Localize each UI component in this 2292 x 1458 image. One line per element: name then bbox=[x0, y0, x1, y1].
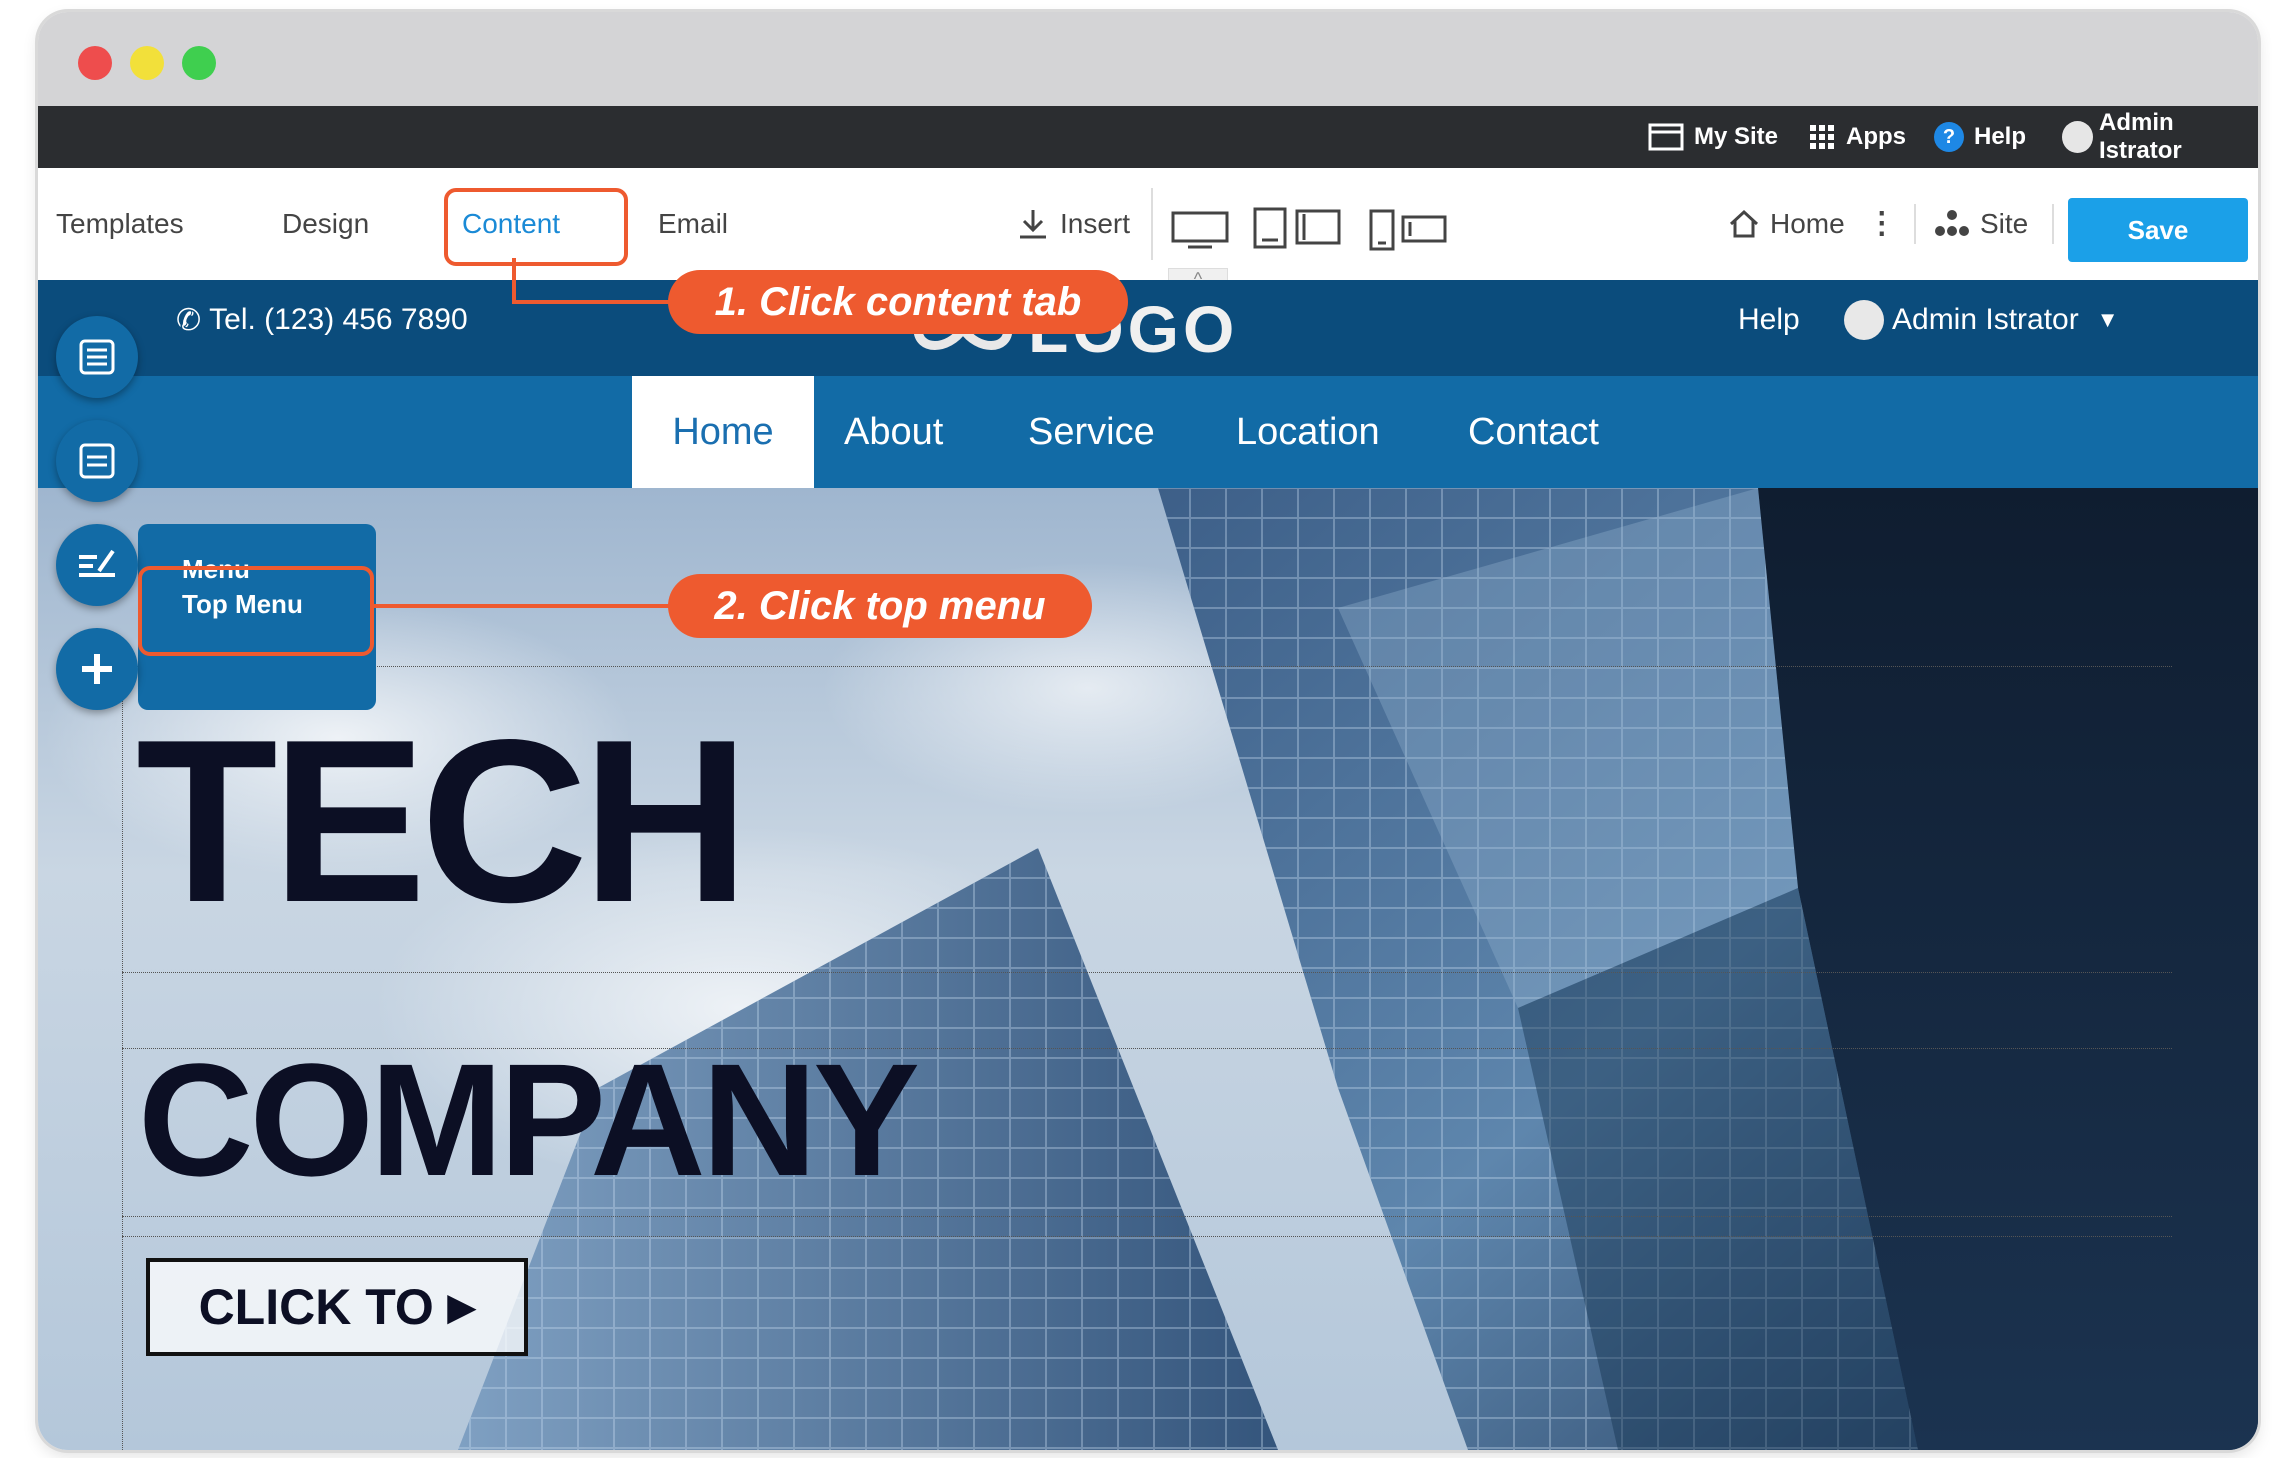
cta-button[interactable]: CLICK TO ▶ bbox=[146, 1258, 528, 1356]
hero-title-line1[interactable]: TECH bbox=[136, 706, 750, 938]
tab-templates[interactable]: Templates bbox=[56, 168, 184, 280]
sections-icon bbox=[79, 443, 115, 479]
avatar bbox=[2062, 121, 2094, 153]
nav-location[interactable]: Location bbox=[1236, 376, 1380, 488]
tab-email[interactable]: Email bbox=[658, 168, 728, 280]
add-element-button[interactable] bbox=[56, 628, 138, 710]
save-button[interactable]: Save bbox=[2068, 198, 2248, 262]
my-site-link[interactable]: My Site bbox=[1648, 106, 1778, 168]
callout-connector bbox=[370, 604, 670, 608]
help-label: Help bbox=[1974, 123, 2027, 150]
caret-down-icon: ▼ bbox=[2096, 307, 2119, 332]
step1-callout: 1. Click content tab bbox=[668, 270, 1128, 334]
maximize-window-button[interactable] bbox=[182, 46, 216, 80]
window-titlebar bbox=[38, 12, 2258, 106]
phone-portrait-view-icon[interactable] bbox=[1368, 208, 1396, 252]
site-navigation: Home About Service Location Contact bbox=[38, 376, 2258, 488]
apps-label: Apps bbox=[1846, 123, 1906, 150]
editor-guide-line bbox=[122, 666, 123, 1450]
nav-service[interactable]: Service bbox=[1028, 376, 1155, 488]
content-tab-highlight bbox=[444, 188, 628, 266]
user-menu[interactable]: Admin Istrator bbox=[2062, 106, 2258, 168]
sitemap-icon bbox=[1935, 210, 1969, 236]
editor-toolbar: Templates Design Content Email Insert Ho… bbox=[38, 168, 2258, 281]
site-header: ✆ Tel. (123) 456 7890 LOGO Help Admin Is… bbox=[38, 280, 2258, 376]
phone-landscape-view-icon[interactable] bbox=[1400, 214, 1448, 244]
nav-about[interactable]: About bbox=[844, 376, 943, 488]
toolbar-divider bbox=[1914, 204, 1916, 244]
nav-contact[interactable]: Contact bbox=[1468, 376, 1599, 488]
callout-connector bbox=[512, 258, 516, 304]
edit-text-icon bbox=[79, 549, 115, 577]
toolbar-divider bbox=[1151, 188, 1153, 260]
tablet-landscape-view-icon[interactable] bbox=[1294, 208, 1342, 246]
page-label: Home bbox=[1770, 208, 1845, 239]
phone-number: Tel. (123) 456 7890 bbox=[209, 303, 468, 336]
editor-guide-line bbox=[122, 972, 2172, 973]
avatar bbox=[1844, 300, 1884, 340]
help-icon: ? bbox=[1934, 122, 1964, 152]
cta-label: CLICK TO bbox=[198, 1279, 434, 1335]
insert-button[interactable]: Insert bbox=[1016, 168, 1130, 280]
phone-contact: ✆ Tel. (123) 456 7890 bbox=[176, 280, 468, 360]
tablet-portrait-view-icon[interactable] bbox=[1252, 206, 1288, 250]
toolbar-divider bbox=[2052, 204, 2054, 244]
user-name: Admin Istrator bbox=[2099, 109, 2182, 164]
page-layout-icon bbox=[79, 339, 115, 375]
browser-window: My Site Apps ? Help Admin Istrator Templ… bbox=[38, 12, 2258, 1450]
editor-guide-line bbox=[122, 666, 2172, 667]
minimize-window-button[interactable] bbox=[130, 46, 164, 80]
plus-icon bbox=[82, 654, 112, 684]
site-menu[interactable]: Site bbox=[1934, 168, 2028, 280]
tab-design[interactable]: Design bbox=[282, 168, 369, 280]
admin-topbar: My Site Apps ? Help Admin Istrator bbox=[38, 106, 2258, 168]
hero-title-line2[interactable]: COMPANY bbox=[138, 1040, 920, 1200]
phone-icon: ✆ bbox=[176, 303, 202, 337]
top-menu-highlight bbox=[138, 566, 374, 656]
site-user-menu[interactable]: Admin Istrator ▼ bbox=[1844, 280, 2119, 360]
play-arrow-icon: ▶ bbox=[447, 1286, 476, 1327]
step2-callout: 2. Click top menu bbox=[668, 574, 1092, 638]
apps-link[interactable]: Apps bbox=[1808, 106, 1906, 168]
edit-content-tool-button[interactable] bbox=[56, 524, 138, 606]
editor-guide-line bbox=[122, 1236, 2172, 1237]
more-options-icon[interactable]: ⋮ bbox=[1867, 209, 1897, 239]
layout-tool-button[interactable] bbox=[56, 316, 138, 398]
help-link[interactable]: ? Help bbox=[1934, 106, 2026, 168]
insert-label: Insert bbox=[1060, 208, 1131, 239]
site-help-link[interactable]: Help bbox=[1738, 280, 1800, 360]
home-icon bbox=[1729, 209, 1759, 238]
close-window-button[interactable] bbox=[78, 46, 112, 80]
site-user-name: Admin Istrator bbox=[1892, 303, 2079, 336]
desktop-view-icon[interactable] bbox=[1170, 210, 1230, 250]
my-site-label: My Site bbox=[1694, 123, 1779, 150]
download-icon bbox=[1020, 210, 1046, 239]
nav-home[interactable]: Home bbox=[632, 376, 814, 488]
page-selector[interactable]: Home ⋮ bbox=[1728, 168, 1897, 280]
apps-grid-icon bbox=[1810, 125, 1834, 149]
site-label: Site bbox=[1980, 208, 2029, 239]
sections-tool-button[interactable] bbox=[56, 420, 138, 502]
browser-icon bbox=[1648, 123, 1684, 151]
editor-guide-line bbox=[122, 1216, 2172, 1217]
